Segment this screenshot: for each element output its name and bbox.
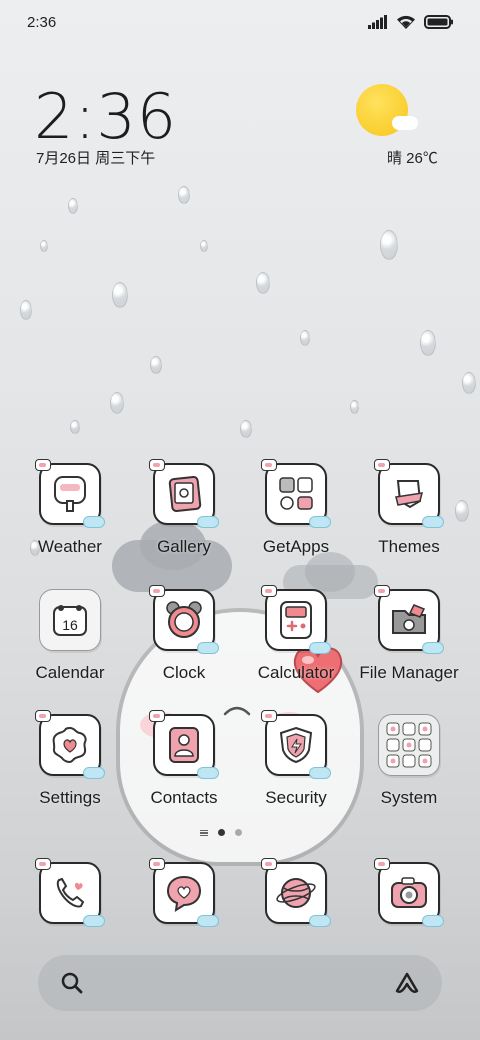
search-bar[interactable]	[38, 955, 442, 1011]
signal-icon	[368, 15, 387, 29]
clock-widget-date[interactable]: 7月26日 周三下午	[36, 147, 155, 168]
menu-lines-icon	[200, 829, 208, 836]
app-label: System	[380, 788, 438, 807]
phone-icon	[35, 858, 105, 927]
file-manager-icon	[374, 585, 444, 654]
camera-icon	[374, 858, 444, 927]
assistant-icon[interactable]	[394, 971, 420, 995]
app-label: Calculator	[257, 663, 335, 682]
app-file-manager[interactable]: File Manager	[353, 585, 465, 699]
contacts-icon	[149, 710, 219, 779]
gallery-icon	[149, 459, 219, 528]
getapps-icon	[261, 459, 331, 528]
app-label: Calendar	[35, 663, 105, 682]
app-label: Settings	[39, 788, 101, 807]
weather-widget-text: 晴 26℃	[387, 150, 438, 167]
app-gallery[interactable]: Gallery	[128, 459, 240, 573]
calculator-icon	[261, 585, 331, 654]
app-label: Contacts	[150, 788, 218, 807]
calendar-day: 16	[62, 616, 78, 633]
folder-icon	[378, 714, 440, 776]
app-getapps[interactable]: GetApps	[240, 459, 352, 573]
dock-messages[interactable]	[128, 858, 240, 928]
app-calendar[interactable]: 16 Calendar	[14, 589, 126, 699]
app-label: GetApps	[262, 537, 330, 556]
page-dot[interactable]	[235, 829, 242, 836]
app-label: Weather	[38, 537, 102, 556]
app-security[interactable]: Security	[240, 710, 352, 824]
app-label: Themes	[378, 537, 440, 556]
dock-phone[interactable]	[14, 858, 126, 928]
search-icon[interactable]	[60, 971, 84, 995]
security-icon	[261, 710, 331, 779]
wifi-icon	[397, 15, 415, 29]
dock-camera[interactable]	[353, 858, 465, 928]
app-label: File Manager	[359, 663, 459, 682]
cloud-icon	[392, 116, 418, 130]
app-label: Gallery	[157, 537, 211, 556]
calendar-icon: 16	[39, 589, 101, 651]
app-label: Security	[265, 788, 327, 807]
app-weather[interactable]: Weather	[14, 459, 126, 573]
dock-browser[interactable]	[240, 858, 352, 928]
page-dot-active[interactable]	[218, 829, 225, 836]
settings-icon	[35, 710, 105, 779]
app-contacts[interactable]: Contacts	[128, 710, 240, 824]
browser-icon	[261, 858, 331, 927]
status-bar: 2:36	[0, 0, 480, 44]
app-clock[interactable]: Clock	[128, 585, 240, 699]
battery-icon	[424, 15, 453, 29]
folder-system[interactable]: System	[353, 714, 465, 824]
page-indicator[interactable]	[200, 829, 242, 836]
app-label: Clock	[162, 663, 206, 682]
status-time: 2:36	[27, 13, 57, 31]
app-calculator[interactable]: Calculator	[240, 585, 352, 699]
clock-widget-time[interactable]: 2:36	[34, 80, 177, 153]
app-themes[interactable]: Themes	[353, 459, 465, 573]
clock-icon	[149, 585, 219, 654]
app-settings[interactable]: Settings	[14, 710, 126, 824]
weather-icon	[35, 459, 105, 528]
messages-icon	[149, 858, 219, 927]
themes-icon	[374, 459, 444, 528]
